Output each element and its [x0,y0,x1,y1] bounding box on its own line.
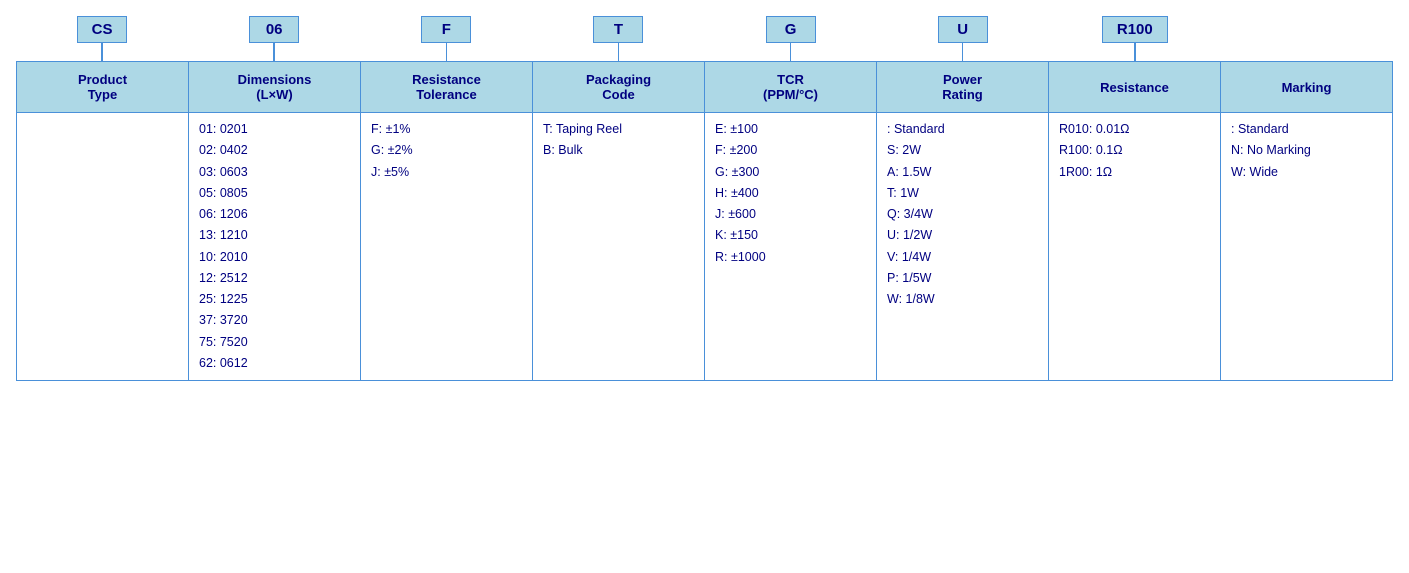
list-item: 10: 2010 [199,247,350,268]
code-box-0: CS [77,16,128,43]
list-item: S: 2W [887,140,1038,161]
list-item: 62: 0612 [199,353,350,374]
list-item: : Standard [887,119,1038,140]
data-cell-2: F: ±1%G: ±2%J: ±5% [361,113,533,380]
list-item: F: ±200 [715,140,866,161]
data-row: 01: 020102: 040203: 060305: 080506: 1206… [16,112,1393,381]
list-item: 75: 7520 [199,332,350,353]
connector-line-4 [790,43,792,61]
list-item: 06: 1206 [199,204,350,225]
list-item: V: 1/4W [887,247,1038,268]
list-item: 37: 3720 [199,310,350,331]
list-item: J: ±600 [715,204,866,225]
data-cell-3: T: Taping ReelB: Bulk [533,113,705,380]
col-wrapper-6: R100 [1049,16,1221,61]
list-item: J: ±5% [371,162,522,183]
header-cell-4: TCR(PPM/°C) [705,62,877,112]
data-cell-1: 01: 020102: 040203: 060305: 080506: 1206… [189,113,361,380]
header-cell-6: Resistance [1049,62,1221,112]
list-item: T: Taping Reel [543,119,694,140]
list-item: A: 1.5W [887,162,1038,183]
list-item: H: ±400 [715,183,866,204]
header-cell-3: PackagingCode [533,62,705,112]
list-item: P: 1/5W [887,268,1038,289]
data-cell-7: : StandardN: No MarkingW: Wide [1221,113,1392,380]
header-cell-5: PowerRating [877,62,1049,112]
header-row: ProductTypeDimensions(L×W)ResistanceTole… [16,61,1393,112]
col-wrapper-0: CS [16,16,188,61]
list-item: 1R00: 1Ω [1059,162,1210,183]
list-item: B: Bulk [543,140,694,161]
connector-line-0 [101,43,103,61]
data-cell-0 [17,113,189,380]
code-box-1: 06 [249,16,299,43]
list-item: 05: 0805 [199,183,350,204]
col-wrapper-4: G [705,16,877,61]
data-cell-4: E: ±100F: ±200G: ±300H: ±400J: ±600K: ±1… [705,113,877,380]
list-item: E: ±100 [715,119,866,140]
part-number-diagram: CS06FTGUR100 ProductTypeDimensions(L×W)R… [16,16,1393,381]
header-cell-0: ProductType [17,62,189,112]
connector-line-5 [962,43,964,61]
col-wrapper-1: 06 [188,16,360,61]
col-wrapper-3: T [532,16,704,61]
code-box-6: R100 [1102,16,1168,43]
col-wrapper-5: U [877,16,1049,61]
data-cell-6: R010: 0.01ΩR100: 0.1Ω1R00: 1Ω [1049,113,1221,380]
list-item: Q: 3/4W [887,204,1038,225]
list-item: R010: 0.01Ω [1059,119,1210,140]
list-item: U: 1/2W [887,225,1038,246]
list-item: 13: 1210 [199,225,350,246]
code-box-4: G [766,16,816,43]
list-item: 03: 0603 [199,162,350,183]
list-item: : Standard [1231,119,1382,140]
code-row: CS 06 F T G U R100 [16,16,1393,61]
list-item: F: ±1% [371,119,522,140]
code-box-3: T [593,16,643,43]
connector-line-3 [618,43,620,61]
header-cell-2: ResistanceTolerance [361,62,533,112]
col-wrapper-2: F [360,16,532,61]
col-wrapper-7 [1221,17,1393,61]
list-item: 12: 2512 [199,268,350,289]
code-box-5: U [938,16,988,43]
list-item: 02: 0402 [199,140,350,161]
list-item: G: ±2% [371,140,522,161]
data-cell-5: : StandardS: 2WA: 1.5WT: 1WQ: 3/4WU: 1/2… [877,113,1049,380]
connector-line-1 [273,43,275,61]
list-item: R100: 0.1Ω [1059,140,1210,161]
list-item: 25: 1225 [199,289,350,310]
connector-line-6 [1134,43,1136,61]
header-cell-1: Dimensions(L×W) [189,62,361,112]
list-item: T: 1W [887,183,1038,204]
code-box-2: F [421,16,471,43]
connector-line-2 [446,43,448,61]
header-cell-7: Marking [1221,62,1392,112]
list-item: W: Wide [1231,162,1382,183]
list-item: W: 1/8W [887,289,1038,310]
list-item: N: No Marking [1231,140,1382,161]
list-item: K: ±150 [715,225,866,246]
list-item: G: ±300 [715,162,866,183]
list-item: R: ±1000 [715,247,866,268]
list-item: 01: 0201 [199,119,350,140]
